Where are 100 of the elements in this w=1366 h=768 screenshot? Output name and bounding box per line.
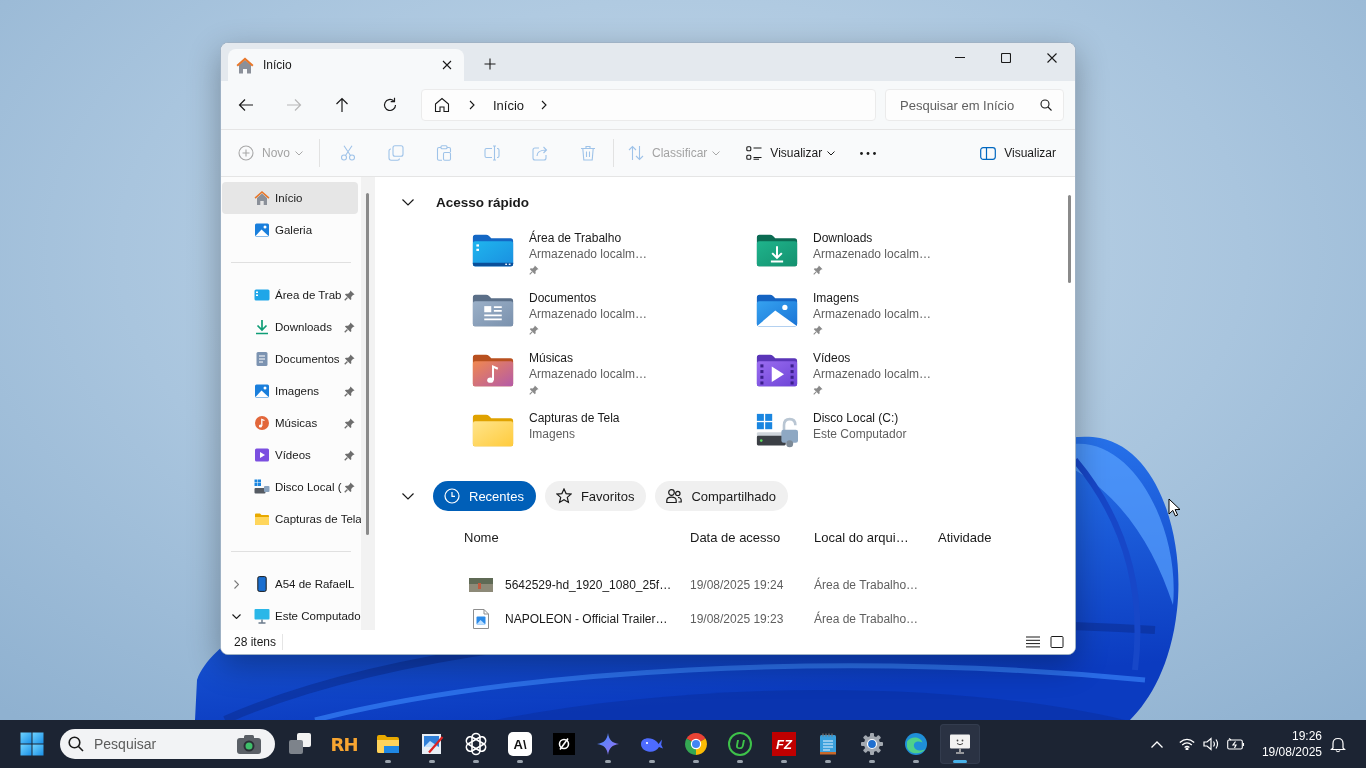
chevron-down-icon[interactable] xyxy=(231,613,241,619)
maximize-icon xyxy=(1001,52,1011,63)
search-icon xyxy=(68,736,84,752)
folder-name[interactable]: Imagens xyxy=(813,290,932,306)
file-location: Área de Trabalho… xyxy=(813,612,919,626)
taskbar-button[interactable]: A\ xyxy=(500,724,540,764)
picture-icon xyxy=(254,383,270,399)
smiley-monitor-icon xyxy=(948,732,972,756)
file-name[interactable]: 5642529-hd_1920_1080_25f… xyxy=(497,578,672,592)
filter-tab[interactable]: Compartilhado xyxy=(655,481,788,511)
sidebar-item[interactable]: Músicas xyxy=(222,407,358,439)
sidebar-item[interactable]: Downloads xyxy=(222,311,358,343)
column-header[interactable]: Data de acesso xyxy=(682,529,781,545)
video-thumbnail-placeholder xyxy=(469,578,493,592)
taskbar-button[interactable]: RH xyxy=(324,724,364,764)
knot-icon xyxy=(464,732,488,756)
column-header[interactable]: Atividade xyxy=(930,529,992,545)
folder-name[interactable]: Vídeos xyxy=(813,350,932,366)
list-lines-icon xyxy=(1026,636,1040,648)
clipboard-icon xyxy=(436,145,452,161)
sidebar-item[interactable]: Documentos xyxy=(222,343,358,375)
item-count: 28 itens xyxy=(234,635,277,649)
filter-tab[interactable]: Favoritos xyxy=(544,481,647,511)
folder-location: Armazenado localm… xyxy=(813,306,932,322)
share-icon xyxy=(532,145,548,161)
back-arrow-icon xyxy=(238,97,254,113)
drive-lock-icon xyxy=(756,413,798,448)
home-icon xyxy=(254,190,270,206)
slashed-circle-tile-icon xyxy=(552,732,576,756)
taskbar-button[interactable] xyxy=(940,724,980,764)
caret-icon xyxy=(295,150,303,156)
video-icon xyxy=(254,447,270,463)
taskbar-button[interactable]: U xyxy=(720,724,760,764)
copy-icon xyxy=(388,145,404,161)
sparkle-icon xyxy=(596,732,620,756)
star-icon xyxy=(555,488,572,504)
home-icon xyxy=(434,97,450,113)
search-field[interactable]: Pesquisar em Início xyxy=(885,89,1064,121)
clock-button[interactable]: 19:26 19/08/2025 xyxy=(1257,724,1326,764)
view-button[interactable]: Visualizar xyxy=(738,137,844,169)
wifi-icon xyxy=(1178,738,1195,750)
folder-location: Imagens xyxy=(529,426,577,442)
access-date: 19/08/2025 19:23 xyxy=(689,612,784,626)
address-bar[interactable]: Início xyxy=(421,89,876,121)
folder-name[interactable]: Downloads xyxy=(813,230,932,246)
chevron-right-icon[interactable] xyxy=(541,100,548,110)
sidebar-item[interactable]: Imagens xyxy=(222,375,358,407)
refresh-icon xyxy=(382,97,398,113)
folder-location: Armazenado localm… xyxy=(529,246,648,262)
search-field[interactable]: Pesquisar xyxy=(60,729,275,759)
column-header[interactable]: Local do arqui… xyxy=(806,529,909,545)
sidebar-item[interactable]: Galeria xyxy=(222,214,358,246)
close-icon xyxy=(442,60,452,70)
chevron-right-icon[interactable] xyxy=(469,100,475,110)
video-folder-icon xyxy=(756,353,798,388)
folder-location: Armazenado localm… xyxy=(529,366,648,382)
close-icon xyxy=(1047,52,1057,63)
sidebar-item[interactable]: Vídeos xyxy=(222,439,358,471)
text-cursor-icon xyxy=(484,145,500,161)
sidebar-item[interactable]: Este Computado xyxy=(222,600,358,630)
camera-icon xyxy=(236,733,262,755)
phone-icon xyxy=(254,576,270,592)
stacked-squares-icon xyxy=(288,732,312,756)
download-icon xyxy=(254,319,270,335)
desktop-icon xyxy=(254,287,270,303)
folder-name[interactable]: Músicas xyxy=(529,350,648,366)
file-location: Área de Trabalho… xyxy=(813,578,919,592)
picture-pencil-icon xyxy=(420,732,444,756)
search-icon xyxy=(1040,99,1052,111)
sidebar-item[interactable]: Início xyxy=(222,182,358,214)
column-header[interactable]: Nome xyxy=(456,529,499,545)
filter-tab[interactable]: Recentes xyxy=(433,481,536,511)
details-pane-button[interactable]: Visualizar xyxy=(972,137,1064,169)
folder-location: Armazenado localm… xyxy=(813,246,932,262)
folder-name[interactable]: Área de Trabalho xyxy=(529,230,648,246)
plus-circle-icon xyxy=(238,145,254,161)
folder-name[interactable]: Documentos xyxy=(529,290,648,306)
folder-name[interactable]: Capturas de Tela xyxy=(529,410,620,426)
sidebar-item[interactable]: Área de Trab xyxy=(222,279,358,311)
scrollbar-thumb[interactable] xyxy=(366,193,369,535)
tab[interactable]: Início xyxy=(228,49,464,81)
up-arrow-icon xyxy=(334,97,350,113)
taskbar-button[interactable]: FZ xyxy=(764,724,804,764)
scissors-icon xyxy=(340,145,356,161)
chevron-down-icon[interactable] xyxy=(402,492,414,500)
minimize-icon xyxy=(955,57,965,58)
picture-folder-icon xyxy=(756,293,798,328)
folder-icon xyxy=(376,732,400,756)
chevron-down-icon[interactable] xyxy=(402,198,414,206)
download-folder-icon xyxy=(756,233,798,268)
sidebar-item[interactable]: A54 de RafaelL xyxy=(222,568,358,600)
sidebar-item[interactable]: Disco Local ( xyxy=(222,471,358,503)
folder-location: Armazenado localm… xyxy=(813,366,932,382)
volume-icon xyxy=(1202,737,1219,751)
sort-arrows-icon xyxy=(628,145,644,161)
breadcrumb[interactable]: Início xyxy=(493,97,525,113)
monitor-icon xyxy=(254,608,270,624)
file-name[interactable]: NAPOLEON - Official Trailer… xyxy=(497,612,668,626)
scrollbar-thumb[interactable] xyxy=(1068,195,1071,283)
folder-name[interactable]: Disco Local (C:) xyxy=(813,410,907,426)
